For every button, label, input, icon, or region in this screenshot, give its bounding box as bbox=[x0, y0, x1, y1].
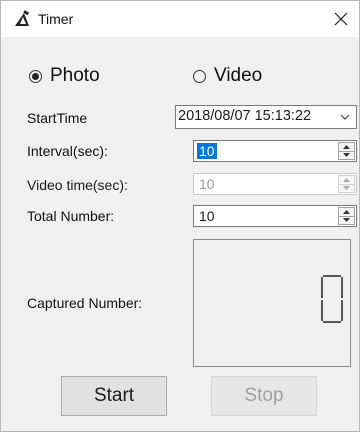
video-time-spinner: 10 bbox=[193, 173, 357, 195]
total-number-decrement-button[interactable] bbox=[339, 216, 354, 224]
video-time-spinner-buttons bbox=[338, 175, 355, 193]
timer-app-icon bbox=[15, 10, 30, 26]
video-time-value: 10 bbox=[199, 176, 215, 192]
captured-number-label: Captured Number: bbox=[27, 295, 143, 311]
photo-radio[interactable]: Photo bbox=[29, 65, 100, 87]
caret-down-icon bbox=[343, 218, 350, 222]
start-button[interactable]: Start bbox=[61, 376, 167, 416]
title-bar: Timer bbox=[1, 1, 359, 37]
start-time-label: StartTime bbox=[27, 110, 88, 126]
interval-spinner[interactable]: 10 bbox=[193, 140, 357, 162]
video-time-decrement-button bbox=[339, 184, 354, 192]
interval-label: Interval(sec): bbox=[27, 143, 108, 159]
caret-down-icon bbox=[343, 153, 350, 157]
caret-up-icon bbox=[343, 178, 350, 182]
video-radio-indicator bbox=[193, 69, 206, 83]
close-icon bbox=[334, 12, 348, 26]
window-title: Timer bbox=[38, 11, 74, 27]
interval-value: 10 bbox=[197, 143, 217, 159]
total-number-value: 10 bbox=[199, 208, 215, 224]
seven-segment-digit bbox=[321, 275, 343, 323]
start-time-select[interactable]: 2018/08/07 15:13:22 bbox=[175, 105, 357, 129]
total-number-label: Total Number: bbox=[27, 208, 115, 224]
timer-window: Timer Photo Video StartTime 2018/08/07 1… bbox=[0, 0, 360, 432]
total-number-spinner-buttons bbox=[338, 207, 355, 225]
video-radio[interactable]: Video bbox=[193, 65, 262, 87]
caret-down-icon bbox=[343, 186, 350, 190]
chevron-down-icon bbox=[340, 114, 350, 120]
total-number-spinner[interactable]: 10 bbox=[193, 205, 357, 227]
video-time-label: Video time(sec): bbox=[27, 177, 128, 193]
caret-up-icon bbox=[343, 145, 350, 149]
stop-button: Stop bbox=[211, 376, 317, 416]
close-button[interactable] bbox=[327, 5, 355, 33]
captured-number-display bbox=[193, 239, 351, 367]
video-radio-label: Video bbox=[214, 65, 263, 86]
start-time-value: 2018/08/07 15:13:22 bbox=[178, 108, 312, 124]
interval-decrement-button[interactable] bbox=[339, 151, 354, 159]
interval-spinner-buttons bbox=[338, 142, 355, 160]
caret-up-icon bbox=[343, 210, 350, 214]
photo-radio-indicator bbox=[29, 69, 42, 83]
photo-radio-label: Photo bbox=[50, 65, 100, 86]
